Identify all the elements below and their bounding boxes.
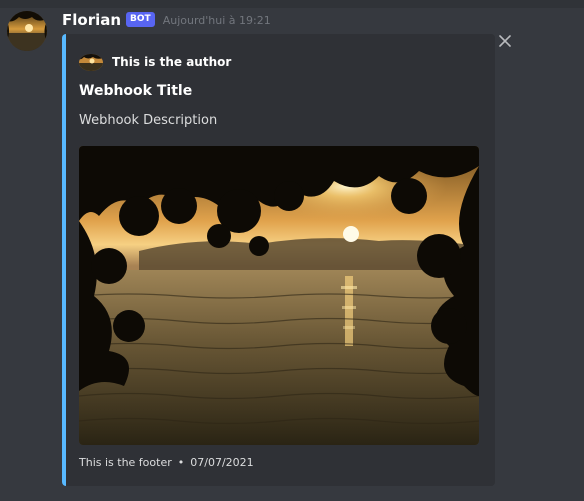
footer-separator: • (177, 456, 185, 469)
message-header: Florian BOT Aujourd'hui à 19:21 (62, 10, 271, 30)
embed-footer-date: 07/07/2021 (190, 456, 254, 469)
message-timestamp: Aujourd'hui à 19:21 (162, 13, 271, 27)
webhook-embed: This is the author Webhook Title Webhook… (62, 34, 495, 486)
embed-accent-bar (62, 34, 66, 486)
chat-message: Florian BOT Aujourd'hui à 19:21 This is … (0, 0, 584, 501)
embed-author: This is the author (79, 52, 231, 72)
embed-description: Webhook Description (79, 113, 218, 128)
username[interactable]: Florian (62, 11, 121, 29)
bot-badge: BOT (126, 11, 155, 27)
embed-title[interactable]: Webhook Title (79, 83, 192, 99)
embed-image[interactable] (79, 146, 479, 445)
avatar[interactable] (7, 11, 47, 51)
close-icon[interactable] (497, 33, 513, 49)
embed-footer-text: This is the footer (79, 456, 172, 469)
author-avatar-icon (79, 53, 103, 71)
embed-footer: This is the footer • 07/07/2021 (79, 456, 254, 469)
embed-author-name[interactable]: This is the author (112, 55, 231, 69)
